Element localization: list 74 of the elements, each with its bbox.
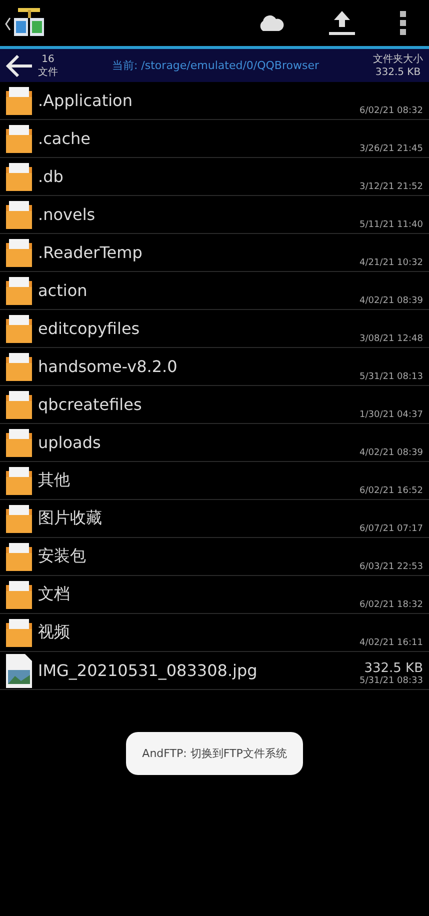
file-row[interactable]: IMG_20210531_083308.jpg 332.5 KB 5/31/21 08:33: [0, 652, 429, 690]
folder-icon: [6, 542, 32, 570]
modified-date: 4/02/21 08:39: [360, 448, 423, 458]
size-label: 文件夹大小: [373, 52, 423, 66]
folder-icon: [6, 162, 32, 190]
file-row[interactable]: 文档 6/02/21 18:32: [0, 576, 429, 614]
modified-date: 4/21/21 10:32: [360, 258, 423, 268]
count-label: 文件: [38, 66, 58, 78]
file-row[interactable]: .db 3/12/21 21:52: [0, 158, 429, 196]
modified-date: 6/02/21 16:52: [360, 486, 423, 496]
folder-icon: [6, 580, 32, 608]
file-name: 图片收藏: [38, 508, 103, 529]
folder-icon: [6, 504, 32, 532]
file-name: 视频: [38, 622, 71, 643]
file-name: .novels: [38, 205, 96, 224]
modified-date: 4/02/21 16:11: [360, 638, 423, 648]
file-row[interactable]: 视频 4/02/21 16:11: [0, 614, 429, 652]
modified-date: 6/03/21 22:53: [360, 562, 423, 572]
upload-icon[interactable]: [329, 11, 355, 35]
modified-date: 5/11/21 11:40: [360, 220, 423, 230]
file-row[interactable]: action 4/02/21 08:39: [0, 272, 429, 310]
modified-date: 6/07/21 07:17: [360, 524, 423, 534]
file-row[interactable]: .Application 6/02/21 08:32: [0, 82, 429, 120]
file-row[interactable]: editcopyfiles 3/08/21 12:48: [0, 310, 429, 348]
folder-icon: [6, 390, 32, 418]
file-row[interactable]: .cache 3/26/21 21:45: [0, 120, 429, 158]
modified-date: 1/30/21 04:37: [360, 410, 423, 420]
file-row[interactable]: 其他 6/02/21 16:52: [0, 462, 429, 500]
modified-date: 5/31/21 08:33: [360, 676, 423, 686]
modified-date: 5/31/21 08:13: [360, 372, 423, 382]
file-name: IMG_20210531_083308.jpg: [38, 661, 258, 680]
modified-date: 3/08/21 12:48: [360, 334, 423, 344]
modified-date: 3/12/21 21:52: [360, 182, 423, 192]
file-name: action: [38, 281, 88, 300]
modified-date: 6/02/21 08:32: [360, 106, 423, 116]
file-name: 安装包: [38, 546, 87, 567]
file-name: .Application: [38, 91, 134, 110]
file-name: 文档: [38, 584, 71, 605]
file-count: 16: [42, 52, 54, 66]
file-name: 其他: [38, 470, 71, 491]
folder-icon: [6, 86, 32, 114]
folder-icon: [6, 428, 32, 456]
folder-icon: [6, 276, 32, 304]
folder-icon: [6, 124, 32, 152]
file-row[interactable]: 图片收藏 6/07/21 07:17: [0, 500, 429, 538]
file-name: .ReaderTemp: [38, 243, 144, 262]
folder-icon: [6, 314, 32, 342]
folder-icon: [6, 200, 32, 228]
back-arrow-icon[interactable]: [6, 54, 32, 76]
folder-icon: [6, 238, 32, 266]
modified-date: 3/26/21 21:45: [360, 144, 423, 154]
folder-size: 332.5 KB: [375, 66, 421, 78]
file-name: .db: [38, 167, 64, 186]
file-row[interactable]: .novels 5/11/21 11:40: [0, 196, 429, 234]
toast-message: AndFTP: 切换到FTP文件系统: [126, 732, 303, 775]
file-row[interactable]: handsome-v8.2.0 5/31/21 08:13: [0, 348, 429, 386]
file-name: handsome-v8.2.0: [38, 357, 178, 376]
modified-date: 4/02/21 08:39: [360, 296, 423, 306]
folder-icon: [6, 352, 32, 380]
modified-date: 6/02/21 18:32: [360, 600, 423, 610]
image-file-icon: [6, 654, 32, 688]
file-name: .cache: [38, 129, 92, 148]
folder-icon: [6, 618, 32, 646]
file-row[interactable]: uploads 4/02/21 08:39: [0, 424, 429, 462]
current-path: 当前: /storage/emulated/0/QQBrowser: [110, 58, 320, 73]
file-row[interactable]: .ReaderTemp 4/21/21 10:32: [0, 234, 429, 272]
file-name: qbcreatefiles: [38, 395, 143, 414]
file-size: 332.5 KB: [364, 661, 423, 676]
file-name: uploads: [38, 433, 102, 452]
file-row[interactable]: 安装包 6/03/21 22:53: [0, 538, 429, 576]
folder-icon: [6, 466, 32, 494]
more-menu-icon[interactable]: [399, 11, 407, 35]
file-name: editcopyfiles: [38, 319, 141, 338]
file-row[interactable]: qbcreatefiles 1/30/21 04:37: [0, 386, 429, 424]
